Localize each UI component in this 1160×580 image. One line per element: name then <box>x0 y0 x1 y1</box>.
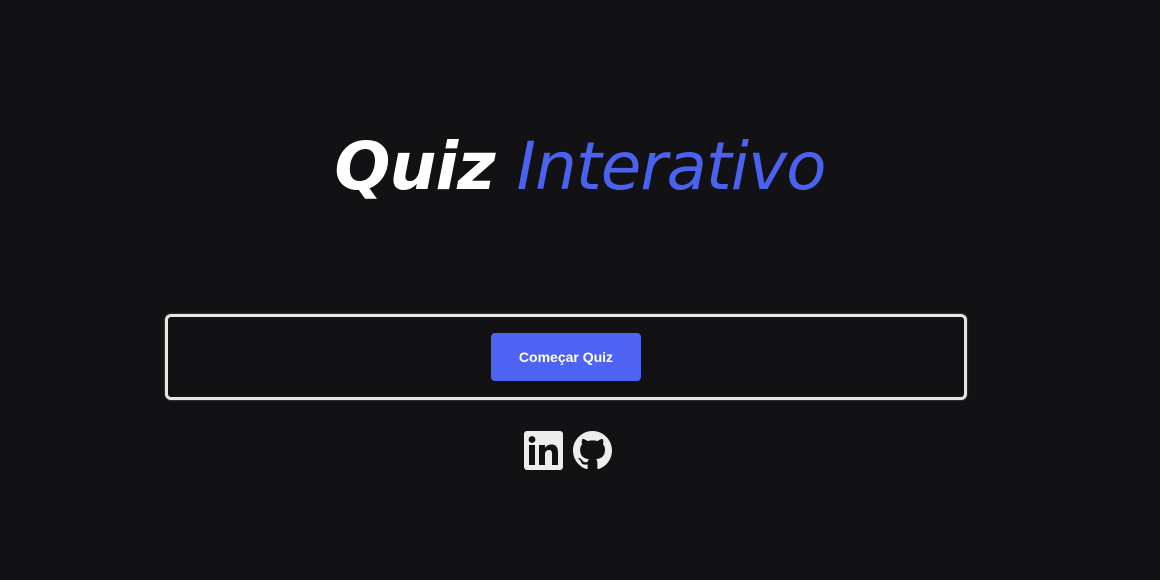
page-title: Quiz Interativo <box>0 122 1160 212</box>
social-links <box>524 431 612 470</box>
title-word-quiz: Quiz <box>334 128 495 205</box>
linkedin-link[interactable] <box>524 431 563 470</box>
github-icon <box>573 431 612 470</box>
title-word-interativo: Interativo <box>516 128 827 205</box>
linkedin-icon <box>524 431 563 470</box>
github-link[interactable] <box>573 431 612 470</box>
start-quiz-button[interactable]: Começar Quiz <box>491 333 641 381</box>
